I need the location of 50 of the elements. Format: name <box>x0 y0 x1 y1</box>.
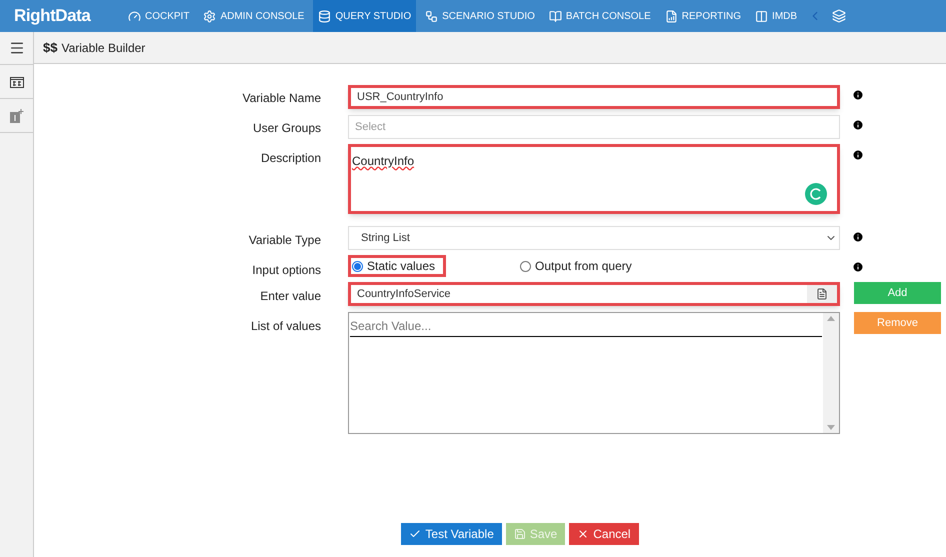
page-title: Variable Builder <box>61 40 146 56</box>
input-field[interactable]: Select <box>348 115 840 139</box>
menu-icon[interactable] <box>8 40 24 56</box>
nav-tab[interactable]: BATCH CONSOLE <box>544 0 656 32</box>
nav-tab[interactable]: ADMIN CONSOLE <box>198 0 310 32</box>
info-icon <box>852 119 864 131</box>
add-button[interactable]: Add <box>854 282 941 304</box>
columns-icon <box>755 10 768 22</box>
nav-tab[interactable]: SCENARIO STUDIO <box>420 0 540 32</box>
gauge-icon <box>128 10 141 22</box>
field-label: User Groups <box>252 120 321 137</box>
nav-tab[interactable]: QUERY STUDIO <box>313 0 416 32</box>
dropdown-field[interactable]: String List <box>348 226 840 250</box>
document-icon <box>816 288 828 300</box>
field-label: Enter value <box>259 288 321 305</box>
gear-icon <box>203 10 216 22</box>
field-value: CountryInfo <box>352 154 414 168</box>
remove-button[interactable]: Remove <box>854 312 941 334</box>
report-icon <box>664 10 678 22</box>
add-variable-icon[interactable] <box>10 108 24 122</box>
nav-tab[interactable]: COCKPIT <box>123 0 194 32</box>
radio-option[interactable]: Output from query <box>516 255 643 277</box>
field-label: Variable Type <box>248 232 321 249</box>
check-icon <box>409 528 422 540</box>
scrollbar[interactable] <box>823 313 839 433</box>
description-field[interactable]: CountryInfo <box>348 144 840 214</box>
field-label: Input options <box>251 262 321 279</box>
nav-tab[interactable]: IMDB <box>750 0 802 32</box>
close-icon <box>577 528 590 540</box>
info-icon <box>852 261 864 273</box>
info-icon <box>852 231 864 243</box>
field-label: Description <box>260 150 321 167</box>
spinner-icon <box>805 183 827 205</box>
info-icon <box>852 149 864 161</box>
database-icon[interactable] <box>832 9 846 23</box>
workflow-icon <box>425 10 438 22</box>
book-icon <box>548 10 562 22</box>
value-field[interactable]: CountryInfoService <box>348 282 840 306</box>
nav-tab[interactable]: REPORTING <box>660 0 746 32</box>
info-icon <box>852 89 864 101</box>
dollar-icon: $$ <box>43 38 58 58</box>
database-icon <box>318 10 332 22</box>
search-field[interactable]: Search Value... <box>350 316 822 336</box>
field-label: Variable Name <box>242 90 321 107</box>
field-label: List of values <box>250 318 321 335</box>
test-button[interactable]: Test Variable <box>401 523 502 545</box>
radio-option[interactable]: Static values <box>348 255 446 277</box>
logo[interactable]: RightData <box>0 3 123 29</box>
cancel-button[interactable]: Cancel <box>569 523 639 545</box>
input-field[interactable]: USR_CountryInfo <box>348 85 840 109</box>
